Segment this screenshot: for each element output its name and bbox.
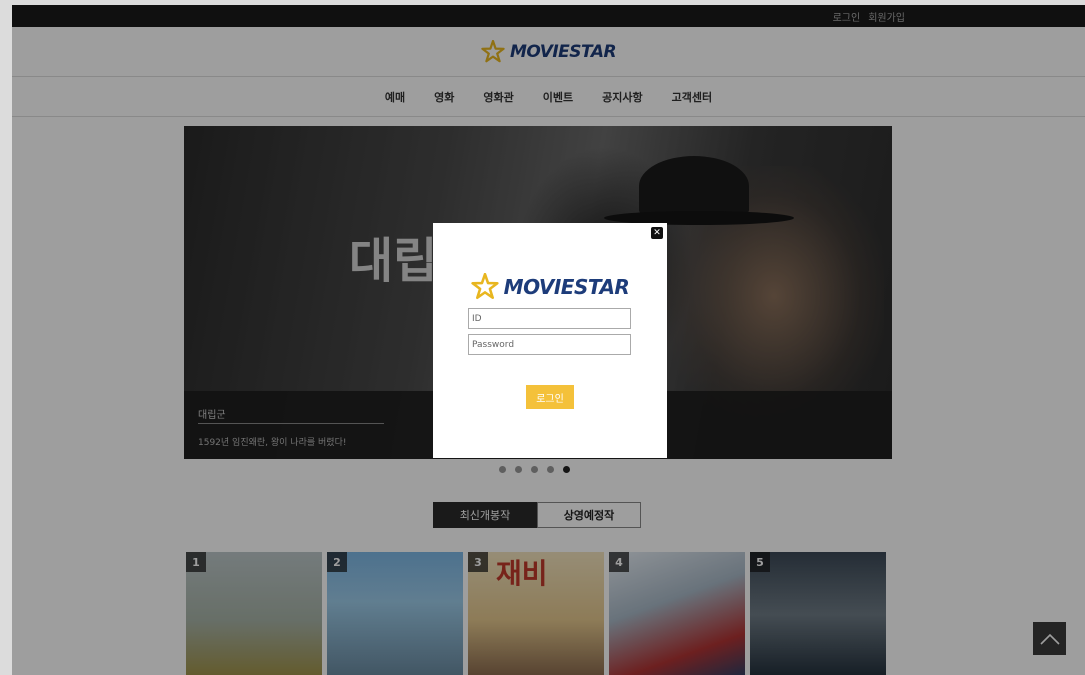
modal-logo-text: MOVIESTAR (503, 275, 630, 299)
login-button[interactable]: 로그인 (526, 385, 574, 409)
modal-logo-wrap: MOVIESTAR (433, 273, 667, 301)
login-modal: ✕ MOVIESTAR 로그인 (433, 223, 667, 458)
close-icon[interactable]: ✕ (651, 227, 663, 239)
password-input[interactable] (468, 334, 631, 355)
star-logo-icon (471, 273, 499, 300)
modal-logo: MOVIESTAR (471, 273, 630, 301)
page: 로그인 회원가입 MOVIESTAR 예매 영화 영화관 이벤트 공지사항 고객… (0, 0, 1085, 675)
id-input[interactable] (468, 308, 631, 329)
